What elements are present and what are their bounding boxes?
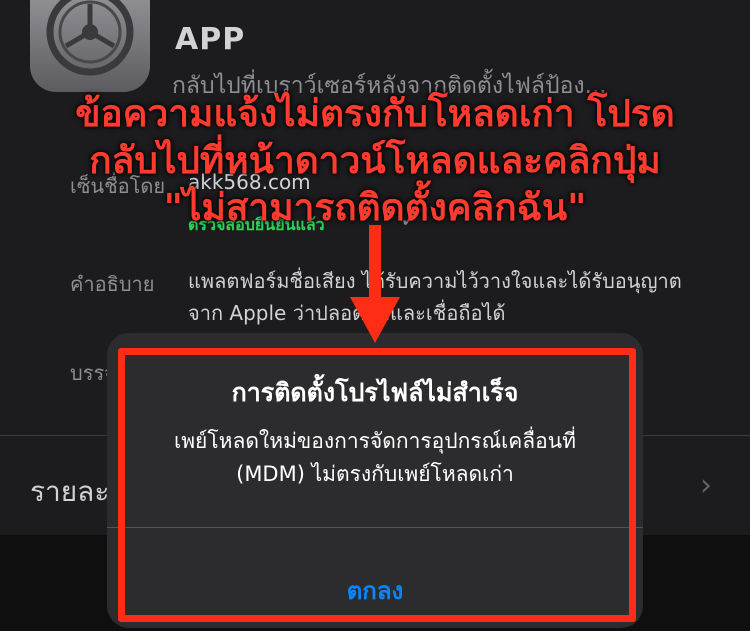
- arrow-down-icon: [350, 225, 400, 343]
- chevron-right-icon[interactable]: ›: [700, 468, 712, 503]
- annotation-text: ข้อความแจ้งไม่ตรงกับโหลดเก่า โปรด กลับไป…: [0, 90, 750, 231]
- annotation-line-3: "ไม่สามารถติดตั้งคลิกฉัน": [163, 186, 587, 229]
- description-text: แพลตฟอร์มชื่อเสียง ได้รับความไว้วางใจและ…: [188, 269, 682, 325]
- app-title: APP: [175, 22, 246, 57]
- annotation-line-2: กลับไปที่หน้าดาวน์โหลดและคลิกปุ่ม: [89, 139, 661, 182]
- settings-gear-icon: [30, 0, 150, 92]
- highlight-box: [118, 348, 636, 622]
- description-label: คำอธิบาย: [70, 272, 155, 296]
- annotation-line-1: ข้อความแจ้งไม่ตรงกับโหลดเก่า โปรด: [75, 92, 675, 135]
